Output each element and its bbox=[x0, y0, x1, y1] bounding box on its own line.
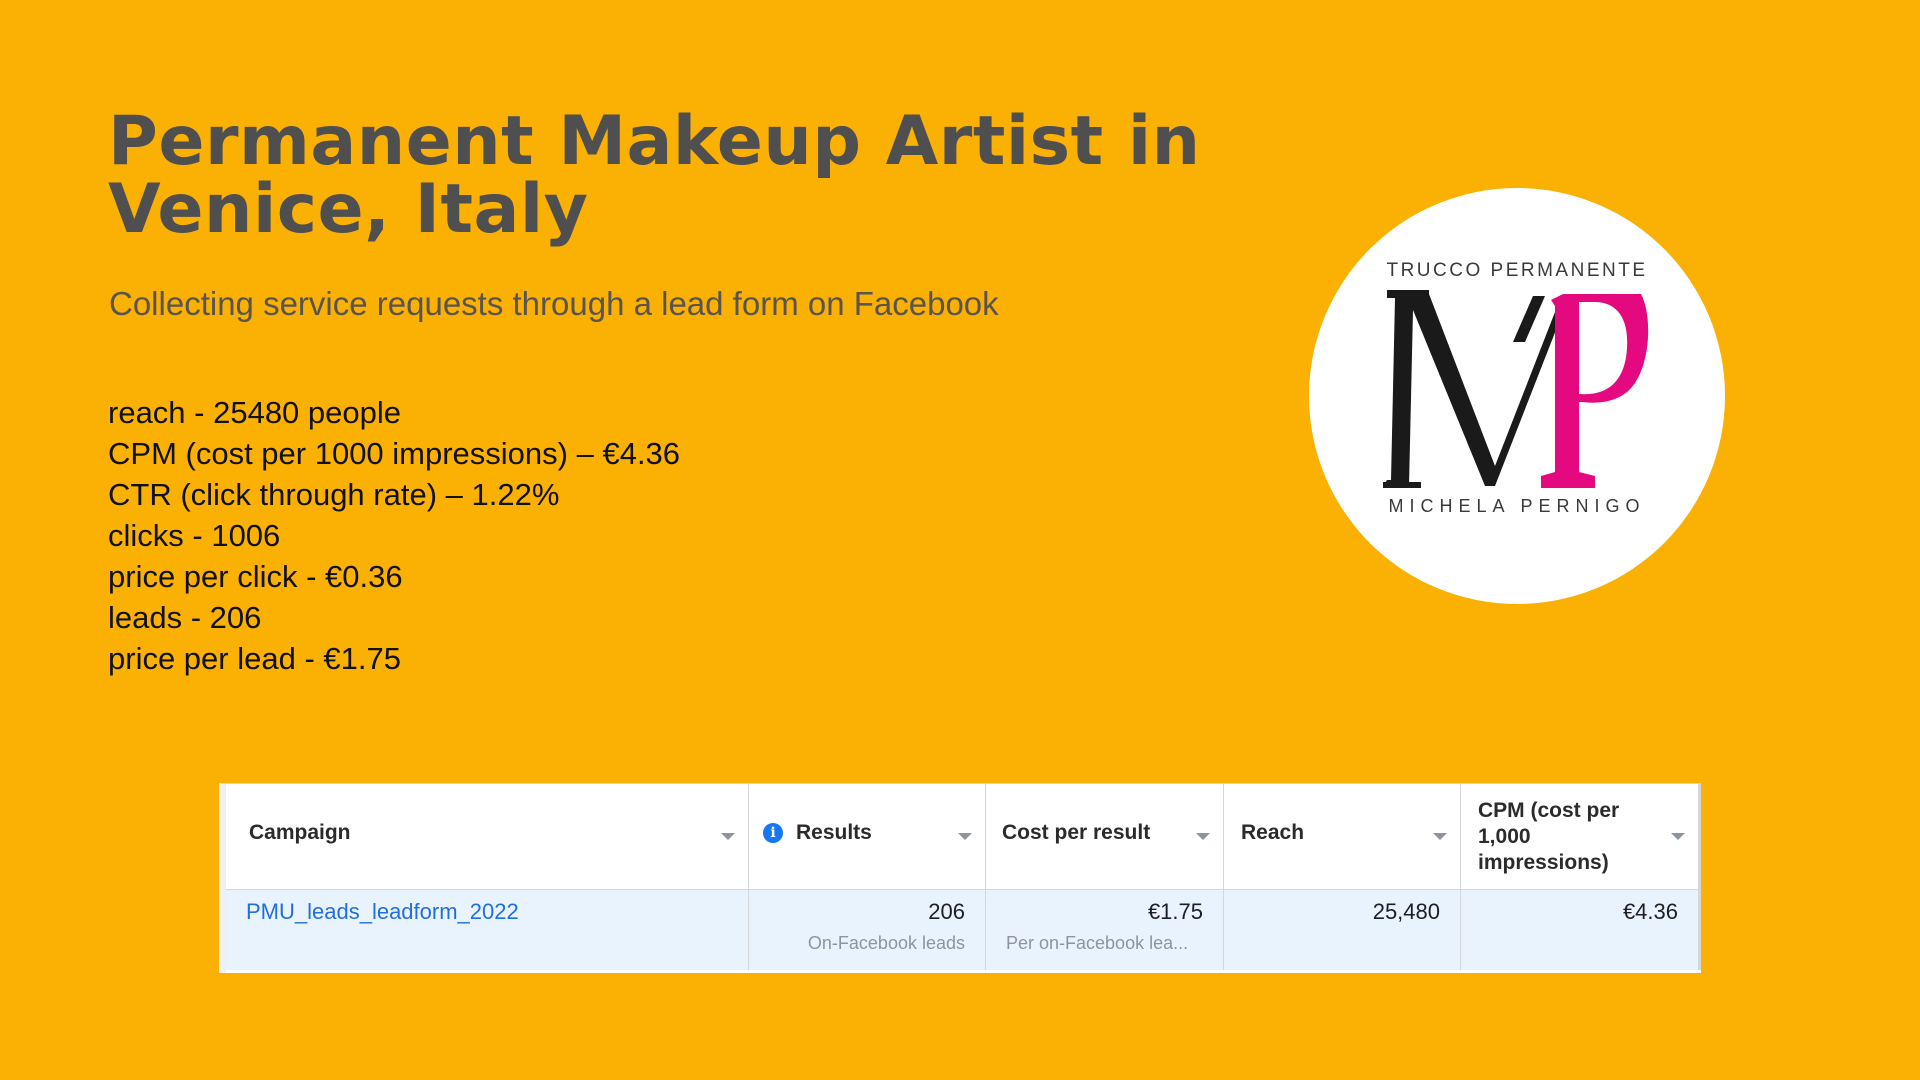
header-reach-label: Reach bbox=[1241, 821, 1305, 844]
cell-cpm: €4.36 bbox=[1461, 890, 1701, 970]
header-results-label: Results bbox=[796, 821, 872, 844]
cell-reach: 25,480 bbox=[1224, 890, 1461, 970]
sort-caret-icon[interactable] bbox=[958, 833, 972, 840]
table-header: Campaign i Results Cost per result Reach… bbox=[226, 784, 1701, 890]
logo-top-text: TRUCCO PERMANENTE bbox=[1386, 260, 1648, 281]
sort-caret-icon[interactable] bbox=[1196, 833, 1210, 840]
header-cpm-label: CPM (cost per 1,000 impressions) bbox=[1478, 799, 1620, 874]
header-campaign[interactable]: Campaign bbox=[226, 784, 749, 889]
sort-caret-icon[interactable] bbox=[1433, 833, 1447, 840]
results-sub: On-Facebook leads bbox=[807, 933, 965, 953]
brand-logo: TRUCCO PERMANENTE MICHELA PERNIGO bbox=[1309, 188, 1725, 604]
reach-value: 25,480 bbox=[1372, 899, 1440, 924]
monogram-mp-icon bbox=[1383, 290, 1649, 488]
logo-bottom-text: MICHELA PERNIGO bbox=[1388, 496, 1646, 516]
stat-reach: reach - 25480 people bbox=[108, 395, 402, 430]
monogram-p-shape bbox=[1541, 294, 1649, 488]
page-subtitle: Collecting service requests through a le… bbox=[109, 285, 999, 322]
sort-caret-icon[interactable] bbox=[721, 833, 735, 840]
header-results[interactable]: i Results bbox=[749, 784, 986, 889]
stat-price-per-lead: price per lead - €1.75 bbox=[108, 641, 401, 676]
stat-leads: leads - 206 bbox=[108, 600, 262, 635]
cell-results: 206 On-Facebook leads bbox=[749, 890, 986, 970]
stat-price-per-click: price per click - €0.36 bbox=[108, 559, 403, 594]
cpm-value: €4.36 bbox=[1622, 899, 1678, 924]
cell-cost-per-result: €1.75 Per on-Facebook lea... bbox=[986, 890, 1224, 970]
table-row: PMU_leads_leadform_2022 206 On-Facebook … bbox=[226, 890, 1701, 970]
stat-clicks: clicks - 1006 bbox=[108, 518, 281, 553]
campaign-link[interactable]: PMU_leads_leadform_2022 bbox=[246, 899, 519, 925]
page-title: Permanent Makeup Artist in Venice, Italy bbox=[108, 102, 1201, 249]
ads-table: Campaign i Results Cost per result Reach… bbox=[219, 783, 1701, 973]
sort-caret-icon[interactable] bbox=[1671, 833, 1685, 840]
cost-value: €1.75 bbox=[1147, 899, 1203, 924]
monogram-m-shape bbox=[1383, 290, 1563, 486]
header-reach[interactable]: Reach bbox=[1224, 784, 1461, 889]
info-icon[interactable]: i bbox=[763, 823, 783, 843]
header-cpm[interactable]: CPM (cost per 1,000 impressions) bbox=[1461, 784, 1701, 889]
header-campaign-label: Campaign bbox=[249, 821, 351, 844]
cost-sub: Per on-Facebook lea... bbox=[1006, 933, 1189, 953]
stat-cpm: CPM (cost per 1000 impressions) – €4.36 bbox=[108, 436, 681, 471]
cell-campaign: PMU_leads_leadform_2022 bbox=[226, 890, 749, 970]
header-cost-label: Cost per result bbox=[1002, 821, 1151, 844]
stats-list: reach - 25480 people CPM (cost per 1000 … bbox=[108, 392, 680, 679]
header-cost-per-result[interactable]: Cost per result bbox=[986, 784, 1224, 889]
stat-ctr: CTR (click through rate) – 1.22% bbox=[108, 477, 560, 512]
results-value: 206 bbox=[928, 899, 965, 924]
